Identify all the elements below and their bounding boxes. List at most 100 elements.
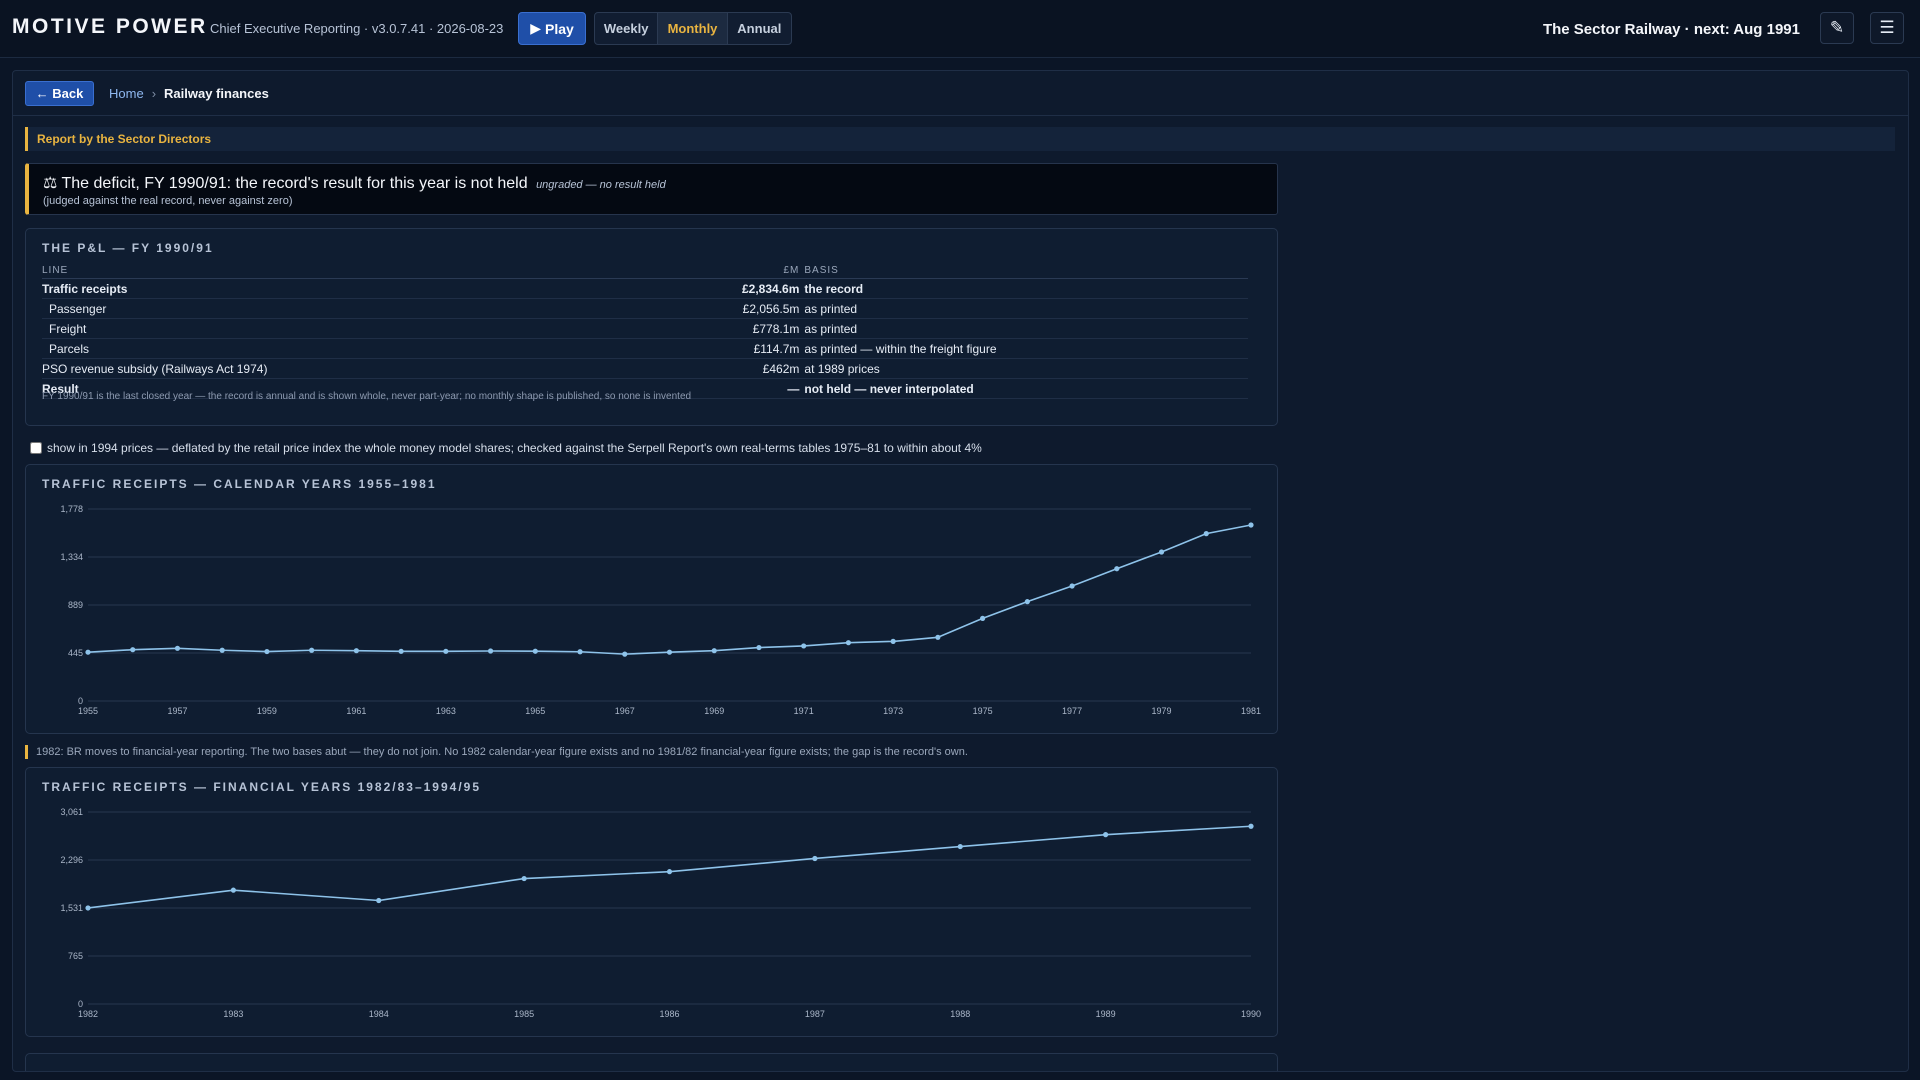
pl-note: FY 1990/91 is the last closed year — the… [42,391,692,402]
x-tick-label: 1955 [78,706,98,716]
table-row: Freight £778.1m as printed [42,318,1248,339]
data-point [230,887,236,893]
x-tick-label: 1984 [369,1009,389,1019]
table-row: Traffic receipts £2,834.6m the record [42,278,1248,299]
row-line: Passenger [42,298,742,319]
data-point [756,644,762,651]
app-subtitle: Chief Executive Reporting · v3.0.7.41 · … [210,21,504,36]
x-tick-label: 1987 [805,1009,825,1019]
data-point [1203,531,1209,537]
data-point [443,648,449,654]
row-basis: at 1989 prices [804,358,1248,379]
play-label: Play [544,20,574,37]
row-basis: as printed — within the freight figure [804,338,1248,359]
breadcrumb-home-link[interactable]: Home [109,86,144,101]
y-tick-label: 0 [78,696,83,706]
data-point [521,875,527,882]
period-weekly-button[interactable]: Weekly [595,13,659,44]
x-tick-label: 1957 [167,706,187,716]
col-value: £M [742,263,805,279]
y-tick-label: 765 [68,951,83,961]
row-line: Freight [42,318,742,339]
main-panel: ← Back Home › Railway finances Report by… [12,70,1909,1072]
x-tick-label: 1975 [973,706,993,716]
play-button[interactable]: ▶ Play [518,12,586,45]
data-point [1248,522,1254,528]
y-tick-label: 2,296 [60,855,83,865]
period-annual-button[interactable]: Annual [728,13,791,44]
data-point [890,638,896,644]
data-point [935,634,941,640]
data-point [1158,549,1165,555]
next-card [25,1053,1278,1071]
data-point [957,843,963,850]
data-point [219,647,225,653]
edit-button[interactable]: ✎ [1820,12,1854,44]
data-point [174,645,181,651]
data-point [801,643,807,649]
data-point [85,905,91,911]
x-tick-label: 1979 [1152,706,1172,716]
x-tick-label: 1982 [78,1009,98,1019]
data-point [980,615,986,621]
scales-icon: ⚖ [43,175,58,192]
series-line [87,524,1252,655]
back-button[interactable]: ← Back [25,81,94,106]
row-line: PSO revenue subsidy (Railways Act 1974) [42,358,742,379]
verdict-note: (judged against the real record, never a… [43,195,293,207]
x-tick-label: 1959 [257,706,277,716]
top-bar: MOTIVE POWER Chief Executive Reporting ·… [0,0,1920,58]
data-point [622,651,628,657]
row-basis: as printed [804,318,1248,339]
data-point [845,640,852,646]
data-point [1114,566,1120,572]
row-value: — [742,378,805,399]
y-tick-label: 3,061 [60,807,83,817]
x-tick-label: 1983 [223,1009,243,1019]
x-tick-label: 1977 [1062,706,1082,716]
row-value: £2,056.5m [742,298,805,319]
row-line: Parcels [42,338,742,359]
verdict-grade: ungraded — no result held [536,179,666,191]
series-line [87,825,1252,909]
data-point [487,648,494,654]
menu-button[interactable]: ☰ [1870,12,1904,44]
x-tick-label: 1986 [659,1009,679,1019]
x-tick-label: 1965 [525,706,545,716]
chart-card-calendar: TRAFFIC RECEIPTS — CALENDAR YEARS 1955–1… [25,464,1278,734]
real-terms-toggle[interactable]: show in 1994 prices — deflated by the re… [30,441,982,455]
verdict-text: The deficit, FY 1990/91: the record's re… [61,175,528,192]
col-line: LINE [42,263,742,279]
y-tick-label: 1,531 [60,903,83,913]
play-icon: ▶ [530,20,541,36]
y-tick-label: 1,334 [60,552,83,562]
x-tick-label: 1988 [950,1009,970,1019]
period-selector: Weekly Monthly Annual [594,12,792,45]
row-value: £778.1m [742,318,805,339]
x-tick-label: 1969 [704,706,724,716]
real-terms-checkbox[interactable] [30,442,42,454]
financial-receipts-chart: 0 765 1,531 2,296 3,061 1982 1983 1984 1985 1986 1… [60,807,1261,1019]
table-row: Passenger £2,056.5m as printed [42,298,1248,319]
row-basis: the record [804,278,1248,299]
data-point [711,648,717,654]
data-point [376,897,382,904]
x-tick-label: 1971 [794,706,814,716]
data-point [353,648,359,654]
data-point [532,648,538,654]
next-period-label: The Sector Railway · next: Aug 1991 [1542,21,1800,38]
x-tick-label: 1981 [1241,706,1261,716]
row-value: £462m [742,358,805,379]
calendar-receipts-chart: 0 445 889 1,334 1,778 1955 1957 1959 1961 1963 196… [60,504,1261,716]
data-point [812,855,818,862]
data-point [1103,832,1109,838]
data-point [398,648,404,654]
col-basis: BASIS [804,263,1248,279]
hamburger-menu-icon: ☰ [1879,18,1895,37]
breadcrumb-current: Railway finances [164,86,269,101]
table-row: PSO revenue subsidy (Railways Act 1974) … [42,358,1248,379]
period-monthly-button[interactable]: Monthly [658,13,728,44]
app-brand: MOTIVE POWER [12,15,208,38]
x-tick-label: 1985 [514,1009,534,1019]
x-tick-label: 1967 [615,706,635,716]
